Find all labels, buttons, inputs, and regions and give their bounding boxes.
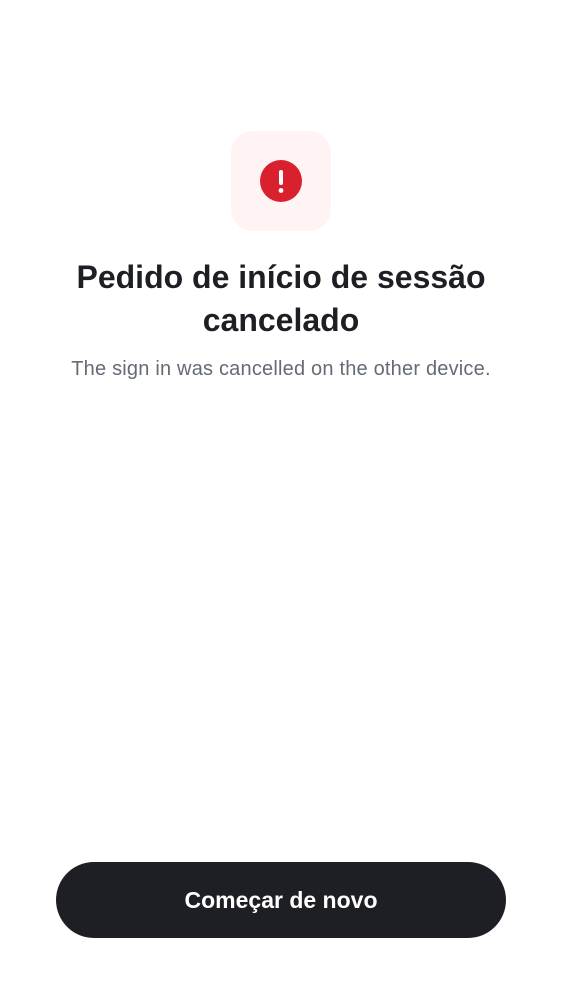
- start-over-button[interactable]: Começar de novo: [56, 862, 506, 938]
- alert-circle-icon: [260, 160, 302, 202]
- sign-in-cancelled-screen: Pedido de início de sessão cancelado The…: [0, 0, 562, 1000]
- status-icon-tile: [231, 131, 331, 231]
- status-message: The sign in was cancelled on the other d…: [71, 358, 491, 380]
- page-title: Pedido de início de sessão cancelado: [76, 259, 486, 338]
